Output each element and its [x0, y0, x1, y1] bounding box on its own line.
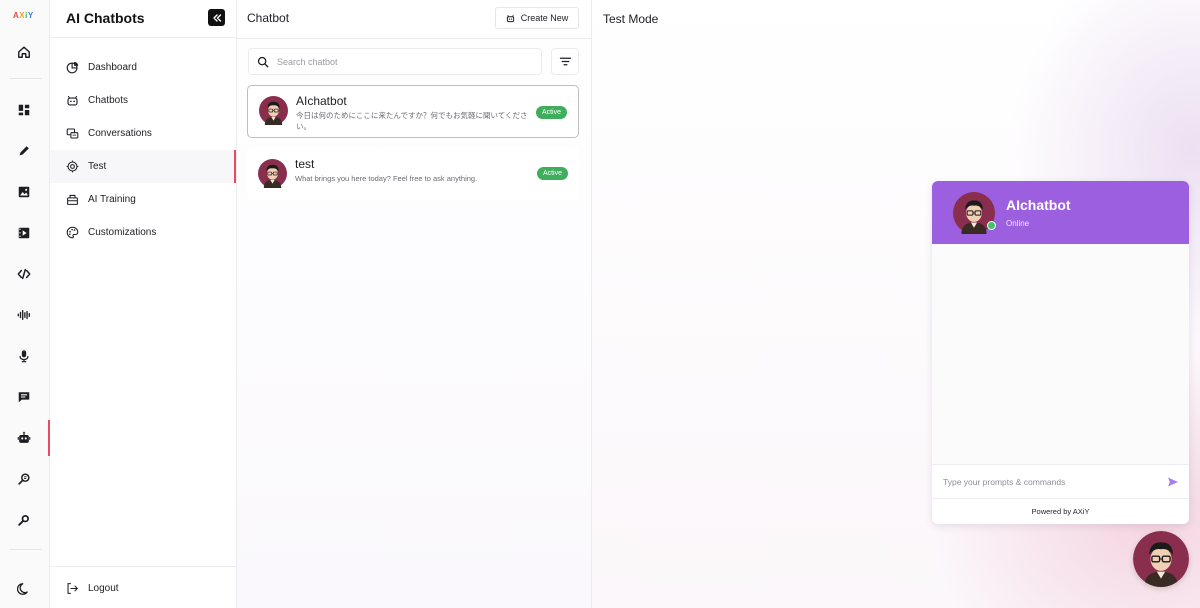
bot-plus-icon [506, 14, 514, 22]
chat-widget: AIchatbot Online Powered by AXiY [932, 181, 1189, 524]
audio-wave-icon[interactable] [10, 303, 38, 327]
filter-button[interactable] [551, 48, 579, 75]
search-input[interactable] [277, 56, 527, 67]
chat-widget-header: AIchatbot Online [932, 181, 1189, 244]
sidebar-item-label: Dashboard [88, 62, 137, 73]
microphone-icon[interactable] [10, 344, 38, 368]
logout-label: Logout [88, 583, 119, 594]
chat-widget-bot-name: AIchatbot [1006, 197, 1071, 213]
sidebar-item-ai-training[interactable]: AI Training [50, 183, 236, 216]
icon-rail: AXiY [0, 0, 50, 608]
sidebar-item-test[interactable]: Test [50, 150, 236, 183]
chart-pie-icon [66, 61, 79, 74]
code-icon[interactable] [10, 262, 38, 286]
list-header-divider [237, 38, 592, 39]
powered-by: Powered by AXiY [932, 498, 1189, 524]
bot-avatar [259, 96, 288, 125]
bot-avatar [258, 159, 287, 188]
chatbot-card[interactable]: test What brings you here today? Feel fr… [247, 147, 579, 200]
logout-button[interactable]: Logout [50, 572, 236, 605]
training-icon [66, 193, 79, 206]
sidebar-item-label: Conversations [88, 128, 152, 139]
sidebar-item-label: Test [88, 161, 107, 172]
chat-launcher-button[interactable] [1133, 531, 1189, 587]
bot-avatar [1133, 531, 1189, 587]
home-icon[interactable] [10, 40, 38, 64]
chatbot-card[interactable]: AIchatbot 今日は何のためにここに来たんですか？何でもお気軽に聞いてくだ… [247, 85, 579, 138]
search-icon [257, 56, 269, 67]
sidebar: AI Chatbots Dashboard Chatbots Conversat… [50, 0, 237, 608]
video-icon[interactable] [10, 221, 38, 245]
conversations-icon [66, 127, 79, 140]
online-indicator [987, 221, 996, 230]
rail-divider [10, 78, 42, 79]
bot-icon [66, 94, 79, 107]
create-new-label: Create New [520, 13, 569, 23]
axiy-logo[interactable]: AXiY [13, 11, 34, 20]
sidebar-item-label: AI Training [88, 194, 136, 205]
search-icon[interactable] [10, 508, 38, 532]
collapse-sidebar-button[interactable] [208, 9, 225, 26]
sidebar-item-label: Customizations [88, 227, 157, 238]
send-icon[interactable] [1167, 476, 1179, 488]
test-mode-panel: Test Mode AIchatbot Online Powered by AX… [592, 0, 1200, 608]
image-icon[interactable] [10, 180, 38, 204]
search-doc-icon[interactable] [10, 467, 38, 491]
chat-prompt-input[interactable] [943, 476, 1153, 487]
create-new-button[interactable]: Create New [495, 7, 579, 29]
status-badge: Active [536, 167, 568, 180]
sidebar-item-chatbots[interactable]: Chatbots [50, 84, 236, 117]
rail-divider [10, 549, 42, 550]
chatbot-list-title: Chatbot [247, 11, 290, 25]
target-icon [66, 160, 79, 173]
sidebar-item-conversations[interactable]: Conversations [50, 117, 236, 150]
pen-icon[interactable] [10, 139, 38, 163]
sidebar-item-customizations[interactable]: Customizations [50, 216, 236, 249]
moon-icon[interactable] [10, 577, 38, 601]
chatbot-description: 今日は何のためにここに来たんですか？何でもお気軽に聞いてください。 [296, 111, 528, 131]
chat-widget-status: Online [1006, 219, 1030, 228]
chatbot-name: test [295, 157, 315, 171]
status-badge: Active [535, 106, 567, 119]
chat-icon[interactable] [10, 385, 38, 409]
chatbot-search[interactable] [248, 48, 542, 75]
logout-icon [66, 582, 79, 595]
palette-icon [66, 226, 79, 239]
test-mode-title: Test Mode [603, 12, 659, 26]
chatbot-description: What brings you here today? Feel free to… [295, 174, 478, 183]
sidebar-divider [50, 566, 237, 567]
robot-icon[interactable] [10, 426, 38, 450]
chatbot-list-panel: Chatbot Create New AIchatbot 今日は何のためにここに… [237, 0, 592, 608]
sidebar-title: AI Chatbots [66, 10, 145, 26]
sidebar-item-label: Chatbots [88, 95, 129, 106]
chat-messages-area [932, 244, 1189, 464]
sidebar-divider [50, 37, 237, 38]
filter-icon [559, 57, 571, 66]
chat-input-bar [932, 464, 1189, 498]
dashboard-icon[interactable] [10, 98, 38, 122]
sidebar-item-dashboard[interactable]: Dashboard [50, 51, 236, 84]
chatbot-name: AIchatbot [296, 94, 347, 108]
